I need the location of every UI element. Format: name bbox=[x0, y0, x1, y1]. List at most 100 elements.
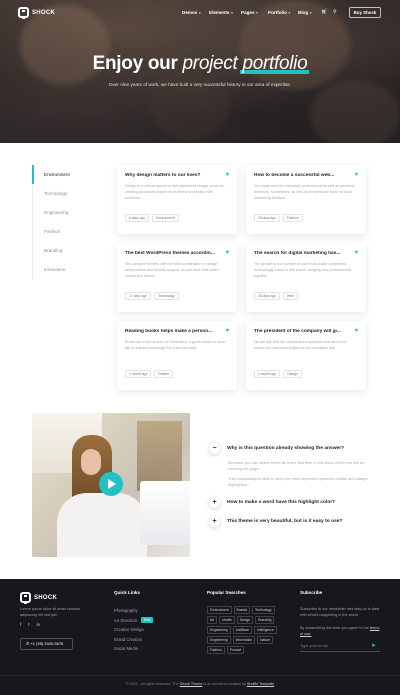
search-tag[interactable]: Art bbox=[207, 616, 218, 624]
search-tag[interactable]: Brands bbox=[233, 606, 250, 614]
post-tag[interactable]: Technology bbox=[153, 292, 179, 300]
twitter-icon[interactable]: t bbox=[28, 622, 29, 627]
plus-icon[interactable]: + bbox=[209, 497, 220, 508]
post-card[interactable]: How to become a successful web... ♥ You … bbox=[246, 165, 366, 234]
faq-question-row[interactable]: − Why is this question already showing t… bbox=[209, 443, 379, 454]
quick-link-label[interactable]: Art Direction bbox=[114, 618, 137, 623]
category-branding[interactable]: Branding bbox=[32, 241, 94, 260]
chevron-down-icon: ▼ bbox=[230, 11, 234, 15]
send-icon[interactable]: ➤ bbox=[371, 642, 376, 650]
faq-question-row[interactable]: + This theme is very beautiful, but is i… bbox=[209, 516, 379, 527]
quick-link-label[interactable]: Creative Design bbox=[114, 627, 144, 632]
search-tag[interactable]: Fashion bbox=[207, 646, 225, 654]
heart-icon[interactable]: ♥ bbox=[225, 172, 229, 178]
nav-label: Pages bbox=[241, 10, 255, 15]
brand-logo[interactable]: SHOCK bbox=[18, 7, 55, 19]
email-field[interactable]: Type your email bbox=[300, 642, 380, 652]
nav-label: Blog bbox=[298, 10, 309, 15]
nav-item-portfolio[interactable]: Portfolio▼ bbox=[268, 10, 291, 15]
hero-photo-shape bbox=[310, 80, 400, 143]
category-engineering[interactable]: Engineering bbox=[32, 203, 94, 222]
faq-question-row[interactable]: + How to make a word have this highlight… bbox=[209, 497, 379, 508]
faq-question[interactable]: Why is this question already showing the… bbox=[227, 446, 344, 451]
cart-icon[interactable]: 🛒︎ bbox=[321, 9, 327, 15]
linkedin-icon[interactable]: in bbox=[37, 622, 41, 627]
post-date: 28 days ago bbox=[254, 292, 280, 300]
post-card[interactable]: The search for digital marketing has... … bbox=[246, 243, 366, 312]
post-tag[interactable]: Web bbox=[282, 292, 298, 300]
buy-button[interactable]: Buy Shock bbox=[349, 7, 381, 18]
post-card[interactable]: The president of the company will gi... … bbox=[246, 321, 366, 390]
terms-prefix: By subscribing this form you agree to th… bbox=[300, 626, 369, 630]
quick-link[interactable]: Art Direction New bbox=[114, 616, 154, 626]
photo-monitor bbox=[140, 481, 190, 545]
play-icon[interactable] bbox=[99, 472, 123, 496]
footer-logo[interactable]: SHOCK bbox=[20, 592, 57, 604]
search-tag[interactable]: Information bbox=[232, 636, 256, 644]
category-environment[interactable]: Environment bbox=[32, 165, 94, 184]
post-title[interactable]: How to become a successful web... bbox=[254, 173, 354, 178]
copyright-mid: is an excellent creation by bbox=[203, 682, 246, 686]
nav-item-elements[interactable]: Elements▼ bbox=[209, 10, 233, 15]
facebook-icon[interactable]: f bbox=[20, 622, 21, 627]
faq-answer: Because you can select where as in the f… bbox=[228, 460, 378, 488]
heart-icon[interactable]: ♥ bbox=[225, 250, 229, 256]
quick-link[interactable]: Photography bbox=[114, 606, 153, 616]
quick-link[interactable]: Creative Design bbox=[114, 625, 153, 635]
heart-icon[interactable]: ♥ bbox=[354, 250, 358, 256]
post-excerpt: Design is a critical aspect of that repr… bbox=[125, 184, 225, 200]
post-title[interactable]: The best WordPress themes accordin... bbox=[125, 251, 225, 256]
hero-title-highlight: portfolio bbox=[240, 53, 310, 74]
search-tag[interactable]: Design bbox=[236, 616, 254, 624]
nav-item-pages[interactable]: Pages▼ bbox=[241, 10, 259, 15]
search-tag[interactable]: Nature bbox=[257, 636, 274, 644]
nav-item-blog[interactable]: Blog▼ bbox=[298, 10, 312, 15]
nav-label: Portfolio bbox=[268, 10, 287, 15]
category-fashion[interactable]: Fashion bbox=[32, 222, 94, 241]
post-card[interactable]: Why design matters to our lives? ♥ Desig… bbox=[117, 165, 237, 234]
post-tag[interactable]: Environment bbox=[152, 214, 179, 222]
search-tag[interactable]: Engineering bbox=[207, 636, 231, 644]
search-tag[interactable]: Branding bbox=[255, 616, 275, 624]
search-tag[interactable]: Environment bbox=[207, 606, 232, 614]
phone-button[interactable]: ✆ +1 (99) 2020 5678 bbox=[20, 638, 73, 650]
quick-link-label[interactable]: Social Media bbox=[114, 646, 138, 651]
quick-link-label[interactable]: Brand Creation bbox=[114, 637, 142, 642]
subscribe-title: Subscribe bbox=[300, 590, 323, 595]
quick-link[interactable]: Social Media bbox=[114, 644, 153, 654]
heart-icon[interactable]: ♥ bbox=[225, 328, 229, 334]
copyright-author-link[interactable]: Shuffle Template bbox=[247, 682, 274, 686]
quick-link[interactable]: Brand Creation bbox=[114, 635, 153, 645]
search-tag[interactable]: Engineering bbox=[207, 626, 231, 634]
post-title[interactable]: Reading books helps make a person... bbox=[125, 329, 225, 334]
plus-icon[interactable]: + bbox=[209, 516, 220, 527]
post-title[interactable]: Why design matters to our lives? bbox=[125, 173, 225, 178]
hero-title: Enjoy our project portfolio bbox=[0, 53, 400, 75]
search-tag[interactable]: AddBase bbox=[232, 626, 252, 634]
heart-icon[interactable]: ♥ bbox=[354, 172, 358, 178]
copyright-brand-link[interactable]: Shock Theme bbox=[180, 682, 203, 686]
post-excerpt: The growth in the number of users has ma… bbox=[254, 262, 352, 278]
search-tag[interactable]: Mobile bbox=[219, 616, 235, 624]
post-tag[interactable]: Design bbox=[283, 370, 302, 378]
search-icon[interactable]: ⚲ bbox=[333, 9, 337, 15]
category-innovation[interactable]: Innovation bbox=[32, 260, 94, 279]
heart-icon[interactable]: ♥ bbox=[354, 328, 358, 334]
post-tag[interactable]: Reader bbox=[154, 370, 174, 378]
post-card[interactable]: The best WordPress themes accordin... ♥ … bbox=[117, 243, 237, 312]
post-tag[interactable]: Fashion bbox=[282, 214, 303, 222]
minus-icon[interactable]: − bbox=[209, 443, 220, 454]
search-tag[interactable]: Product bbox=[226, 646, 245, 654]
category-technology[interactable]: Technology bbox=[32, 184, 94, 203]
faq-question[interactable]: How to make a word have this highlight c… bbox=[227, 500, 335, 505]
search-tag[interactable]: Intelligence bbox=[254, 626, 277, 634]
post-title[interactable]: The president of the company will gi... bbox=[254, 329, 354, 334]
post-title[interactable]: The search for digital marketing has... bbox=[254, 251, 354, 256]
quick-link-label[interactable]: Photography bbox=[114, 608, 138, 613]
new-badge: New bbox=[141, 617, 154, 624]
nav-item-demos[interactable]: Demos▼ bbox=[182, 10, 201, 15]
post-card[interactable]: Reading books helps make a person... ♥ B… bbox=[117, 321, 237, 390]
faq-question[interactable]: This theme is very beautiful, but is it … bbox=[227, 519, 343, 524]
search-tag[interactable]: Technology bbox=[251, 606, 275, 614]
hero-subtitle: Over nine years of work, we have built a… bbox=[108, 82, 292, 87]
